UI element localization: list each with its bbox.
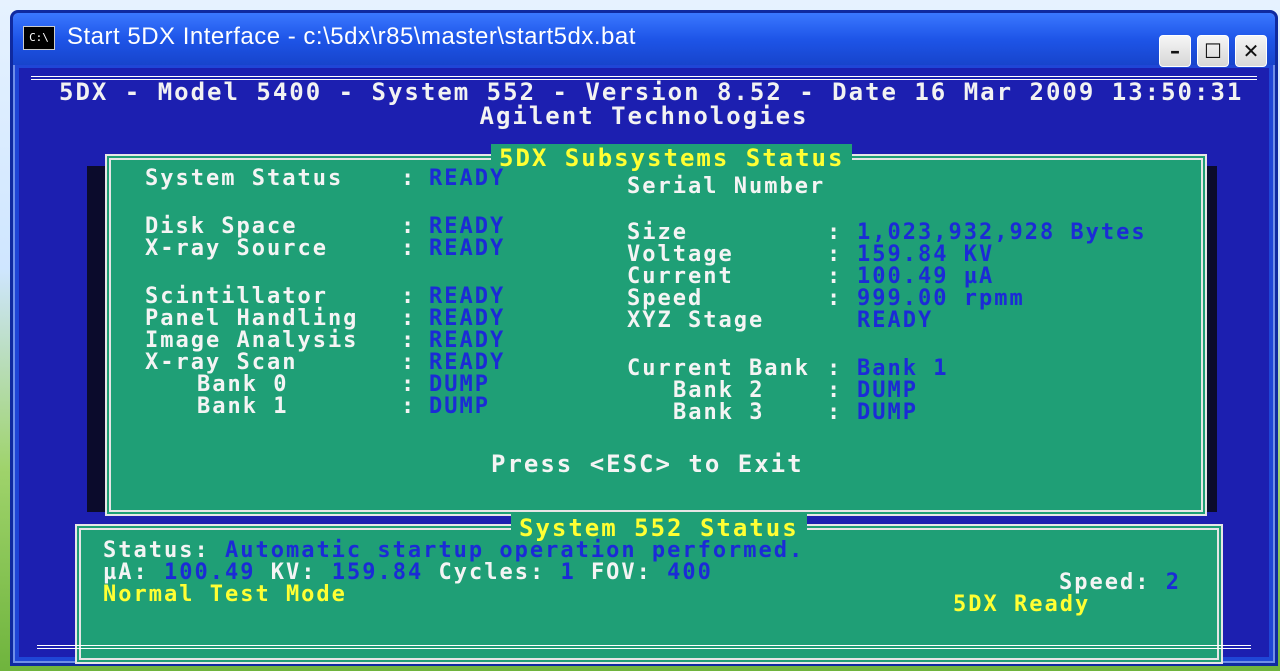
left-row-bank-1: Bank 1 [197,394,289,419]
header-line-2: Agilent Technologies [479,102,809,130]
left-val-0: READY [429,166,506,191]
left-label: System Status [145,166,344,191]
left-sep-2: : [401,236,417,261]
console-icon[interactable]: C:\ [23,26,55,50]
close-button[interactable]: ✕ [1235,35,1267,67]
ready-indicator: 5DX Ready [953,592,1091,617]
cycles-value: 1 [560,560,576,585]
right-val-5: READY [857,308,934,333]
right-sep-4: : [827,286,843,311]
test-mode: Normal Test Mode [103,582,347,607]
speed-value: 2 [1165,570,1181,595]
left-sep-0: : [401,166,417,191]
subsystems-panel: 5DX Subsystems Status System Status : RE… [105,144,1207,516]
right-row-xyz-stage: XYZ Stage [627,308,765,333]
console-area: 5DX - Model 5400 - System 552 - Version … [19,68,1269,664]
subsystems-title: 5DX Subsystems Status [491,144,853,172]
fov-label: FOV: [590,560,652,585]
left-val-2: READY [429,236,506,261]
fov-value: 400 [667,560,713,585]
left-row-xray-source: X-ray Source [145,236,328,261]
console-window: C:\ Start 5DX Interface - c:\5dx\r85\mas… [10,10,1278,666]
left-sep-8: : [401,394,417,419]
right-sep-8: : [827,400,843,425]
system-status-panel: System 552 Status Status: Automatic star… [75,514,1223,664]
minimize-button[interactable]: – [1159,35,1191,67]
maximize-button[interactable]: ☐ [1197,35,1229,67]
window-title: Start 5DX Interface - c:\5dx\r85\master\… [67,23,636,50]
bottom-border [37,645,1251,649]
right-row-bank-3: Bank 3 [673,400,765,425]
cycles-label: Cycles: [438,560,546,585]
title-bar[interactable]: C:\ Start 5DX Interface - c:\5dx\r85\mas… [13,13,1275,67]
exit-hint: Press <ESC> to Exit [491,450,804,478]
right-val-8: DUMP [857,400,918,425]
window-controls: – ☐ ✕ [1159,35,1267,67]
left-row-system-status: System Status [145,166,343,191]
right-row-serial-number: Serial Number [627,174,826,199]
left-val-8: DUMP [429,394,490,419]
